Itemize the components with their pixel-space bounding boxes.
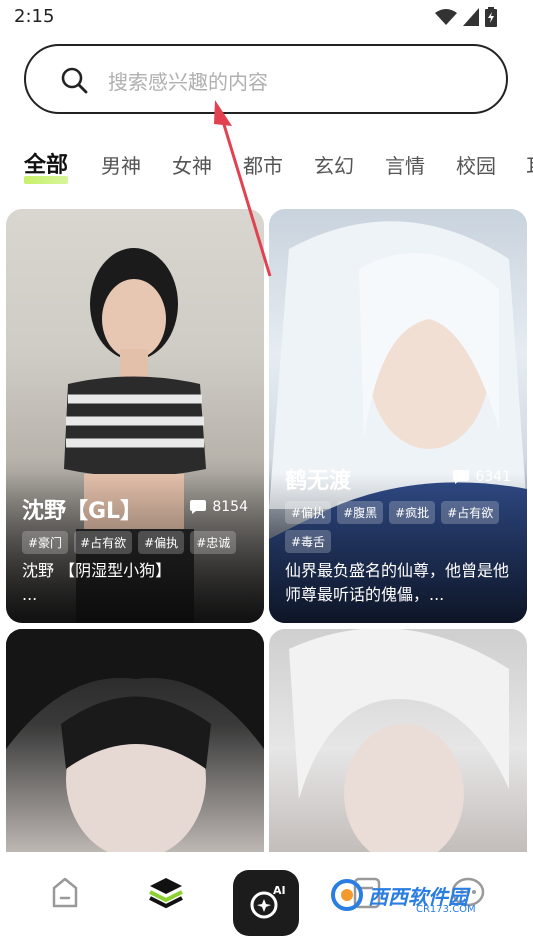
signal-icon xyxy=(463,8,479,26)
character-card[interactable] xyxy=(269,629,527,869)
tag: #偏执 xyxy=(285,501,332,524)
chat-count: 8154 xyxy=(190,499,248,515)
tag: #腹黑 xyxy=(337,501,384,524)
watermark-subtext: CR173.COM xyxy=(416,904,476,915)
character-card[interactable] xyxy=(6,629,264,869)
description-more: ... xyxy=(22,585,38,604)
watermark-logo-icon xyxy=(331,879,363,911)
character-card[interactable]: 沈野【GL】 8154 #豪门 #占有欲 #偏执 #忠诚 沈野 【阴湿型小狗】 … xyxy=(6,209,264,623)
ai-sparkle-icon: AI xyxy=(250,884,286,919)
category-tabs: 全部 男神 女神 都市 玄幻 言情 校园 耳 xyxy=(0,150,533,186)
search-bar[interactable]: 搜索感兴趣的内容 xyxy=(24,44,508,114)
chat-count-value: 6341 xyxy=(475,469,511,485)
chat-bubble-icon xyxy=(190,500,207,514)
battery-icon xyxy=(485,7,497,27)
character-card[interactable]: 鹤无渡 6341 #偏执 #腹黑 #疯批 #占有欲 #毒舌 仙界最负盛名的仙尊，… xyxy=(269,209,527,623)
tag: #占有欲 xyxy=(441,501,500,524)
watermark: 西西软件园 CR173.COM xyxy=(330,878,476,915)
tab-campus[interactable]: 校园 xyxy=(456,150,496,182)
description-line: 沈野 【阴湿型小狗】 xyxy=(22,561,172,580)
character-name: 沈野【GL】 xyxy=(22,499,143,524)
tag: #偏执 xyxy=(138,531,185,554)
tag: #占有欲 xyxy=(74,531,133,554)
tab-female-god[interactable]: 女神 xyxy=(172,150,212,182)
home-icon[interactable] xyxy=(48,876,82,910)
status-icons xyxy=(435,7,497,27)
tag-list: #偏执 #腹黑 #疯批 #占有欲 #毒舌 xyxy=(285,501,515,553)
search-input[interactable]: 搜索感兴趣的内容 xyxy=(108,66,268,95)
tag: #毒舌 xyxy=(285,530,332,553)
character-description: 仙界最负盛名的仙尊，他曾是他师尊最听话的傀儡，... xyxy=(285,561,510,604)
character-description: 沈野 【阴湿型小狗】 ... xyxy=(22,559,252,607)
tab-fantasy[interactable]: 玄幻 xyxy=(314,150,354,182)
tag: #疯批 xyxy=(389,501,436,524)
tab-all[interactable]: 全部 xyxy=(24,150,69,184)
status-time: 2:15 xyxy=(14,6,55,27)
tab-male-god[interactable]: 男神 xyxy=(101,150,141,182)
character-image xyxy=(269,629,527,869)
tag: #豪门 xyxy=(22,531,69,554)
character-image xyxy=(6,629,264,869)
wifi-icon xyxy=(435,9,457,25)
character-name: 鹤无渡 xyxy=(285,469,352,494)
chat-count-value: 8154 xyxy=(212,499,248,515)
tab-more[interactable]: 耳 xyxy=(526,150,533,182)
tag: #忠诚 xyxy=(190,531,237,554)
tab-city[interactable]: 都市 xyxy=(243,150,283,182)
status-bar: 2:15 xyxy=(0,0,533,34)
ai-label: AI xyxy=(273,884,286,897)
layers-icon[interactable] xyxy=(148,876,184,910)
search-icon xyxy=(61,67,88,94)
tag-list: #豪门 #占有欲 #偏执 #忠诚 xyxy=(22,531,252,554)
chat-count: 6341 xyxy=(453,469,511,485)
tab-romance[interactable]: 言情 xyxy=(385,150,425,182)
chat-bubble-icon xyxy=(453,470,470,484)
ai-create-button[interactable]: AI xyxy=(233,870,299,936)
